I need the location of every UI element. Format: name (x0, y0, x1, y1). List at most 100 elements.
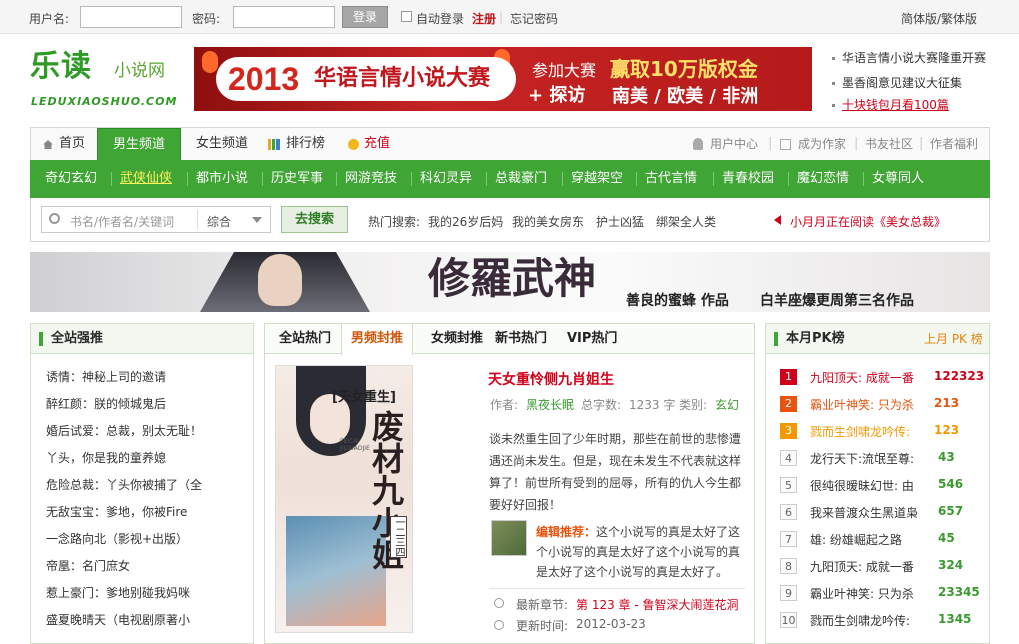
book-cover[interactable]: [天女重生] 废材九小姐 FEICAI JIUXIAOJIE 一二三四 (275, 365, 413, 633)
recommend-item[interactable]: 婚后试爱：总裁，别太无耻！ (46, 422, 202, 439)
rank-number: 5 (780, 477, 797, 493)
edit-icon (780, 139, 791, 150)
hot-search-item[interactable]: 绑架全人类 (656, 213, 716, 230)
nav-ranking[interactable]: 排行榜 (286, 128, 325, 160)
rank-title[interactable]: 戮而生剑啸龙吟传: (810, 423, 910, 440)
chevron-down-icon[interactable] (252, 217, 262, 223)
language-switch-link[interactable]: 简体版/繁体版 (901, 10, 977, 27)
rank-title[interactable]: 我来普渡众生黑道枭 (810, 504, 918, 521)
rank-title[interactable]: 龙行天下:流氓至尊: (810, 450, 914, 467)
password-input[interactable] (233, 6, 335, 28)
tab-site-hot[interactable]: 全站热门 (279, 324, 331, 354)
category-nav-item[interactable]: 科幻灵异 (420, 160, 472, 198)
ranking-row[interactable]: 7 雄: 纷雄崛起之路 45 (780, 529, 980, 549)
announcement-item[interactable]: 华语言情小说大赛隆重开赛 (832, 49, 986, 66)
hot-search-item[interactable]: 我的美女房东 (512, 213, 584, 230)
book-category[interactable]: 玄幻 (715, 396, 739, 413)
recommend-item[interactable]: 醉红颜：朕的倾城鬼后 (46, 395, 166, 412)
nav-author-welfare[interactable]: 作者福利 (930, 128, 978, 160)
banner-places: 南美 / 欧美 / 非洲 (612, 86, 759, 107)
ranking-row[interactable]: 5 很纯很暧昧幻世: 由 546 (780, 475, 980, 495)
logo-subtitle: 小说网 (114, 61, 165, 81)
auto-login-checkbox[interactable] (401, 11, 412, 22)
latest-chapter-link[interactable]: 第 123 章 - 鲁智深大闹莲花洞 (576, 596, 739, 613)
search-input[interactable]: 书名/作者名/关键词 (70, 213, 174, 230)
recommend-item[interactable]: 丫头，你是我的童养媳 (46, 449, 166, 466)
rank-title[interactable]: 霸业叶神笑: 只为杀 (810, 585, 914, 602)
category-nav-item[interactable]: 奇幻玄幻 (45, 160, 97, 198)
tab-male-featured[interactable]: 男频封推 (341, 324, 413, 355)
primary-nav: 首页 男生频道 女生频道 排行榜 充值 用户中心 | 成为作家 | 书友社区 |… (30, 127, 990, 160)
category-nav-item[interactable]: 都市小说 (196, 160, 248, 198)
now-reading-text[interactable]: 小月月正在阅读《美女总裁》 (790, 213, 946, 230)
rank-title[interactable]: 很纯很暧昧幻世: 由 (810, 477, 914, 494)
category-nav-item[interactable]: 魔幻恋情 (797, 160, 849, 198)
login-button[interactable]: 登录 (342, 6, 388, 28)
recommend-item[interactable]: 惹上豪门：爹地别碰我妈咪 (46, 584, 190, 601)
hot-search-item[interactable]: 我的26岁后妈 (428, 213, 503, 230)
category-nav-item[interactable]: 女尊同人 (872, 160, 924, 198)
ranking-row[interactable]: 2 霸业叶神笑: 只为杀 213 (780, 394, 980, 414)
rank-title[interactable]: 戮而生剑啸龙吟传: (810, 612, 910, 629)
editor-label: 编辑推荐： (536, 525, 597, 539)
nav-home[interactable]: 首页 (59, 128, 85, 160)
divider (713, 172, 714, 186)
ranking-row[interactable]: 8 九阳顶天: 成就一番 324 (780, 556, 980, 576)
book-title[interactable]: 天女重怜侧九肖姐生 (488, 369, 614, 389)
speaker-icon (774, 215, 781, 225)
ranking-row[interactable]: 4 龙行天下:流氓至尊: 43 (780, 448, 980, 468)
recommend-item[interactable]: 诱情：神秘上司的邀请 (46, 368, 166, 385)
contest-banner[interactable]: 2013 华语言情小说大赛 参加大赛 赢取10万版权金 + 探访 南美 / 欧美… (194, 47, 812, 111)
divider: | (919, 136, 924, 151)
nav-community[interactable]: 书友社区 (865, 128, 913, 160)
category-nav-item[interactable]: 青春校园 (722, 160, 774, 198)
username-input[interactable] (80, 6, 182, 28)
forgot-password-link[interactable]: 忘记密码 (510, 10, 558, 27)
recommend-item[interactable]: 一念路向北（影视+出版） (46, 530, 188, 547)
category-nav-item[interactable]: 网游竞技 (345, 160, 397, 198)
promo-banner[interactable]: 修羅武神 善良的蜜蜂 作品 白羊座爆更周第三名作品 (30, 252, 990, 312)
announcement-item[interactable]: 墨香阁意见建议大征集 (832, 74, 962, 91)
promo-title: 修羅武神 (428, 254, 597, 303)
announcement-item[interactable]: 十块钱包月看100篇 (832, 96, 949, 113)
auto-login-label: 自动登录 (416, 12, 465, 26)
recommend-item[interactable]: 盛夏晚晴天（电视剧原著小 (46, 611, 190, 628)
rank-title[interactable]: 九阳顶天: 成就一番 (810, 558, 914, 575)
category-nav-item[interactable]: 穿越架空 (571, 160, 623, 198)
ranking-row[interactable]: 1 九阳顶天: 成就一番 122323 (780, 367, 984, 387)
search-type-select[interactable]: 综合 (207, 213, 231, 230)
tab-new-hot[interactable]: 新书热门 (495, 324, 547, 354)
hot-search-item[interactable]: 护士凶猛 (596, 213, 644, 230)
nav-become-author[interactable]: 成为作家 (798, 128, 846, 160)
book-author[interactable]: 黑夜长眠 (526, 396, 574, 413)
rank-number: 10 (780, 612, 797, 628)
top-bar: 用户名: 密码: 登录 自动登录 注册 | 忘记密码 简体版/繁体版 (0, 0, 1019, 34)
last-month-pk-link[interactable]: 上月 PK 榜 (924, 324, 983, 354)
nav-male-channel[interactable]: 男生频道 (97, 128, 181, 160)
ranking-row[interactable]: 10 戮而生剑啸龙吟传: 1345 (780, 610, 980, 630)
ranking-row[interactable]: 6 我来普渡众生黑道枭 657 (780, 502, 980, 522)
rank-votes: 657 (938, 504, 964, 518)
nav-user-center[interactable]: 用户中心 (710, 128, 758, 160)
logo[interactable]: 乐读 (30, 50, 92, 84)
tab-female-featured[interactable]: 女频封推 (431, 324, 483, 354)
nav-female-channel[interactable]: 女生频道 (196, 128, 248, 160)
rank-title[interactable]: 霸业叶神笑: 只为杀 (810, 396, 914, 413)
category-nav-item[interactable]: 武侠仙侠 (120, 160, 172, 198)
nav-recharge[interactable]: 充值 (364, 128, 390, 160)
search-button[interactable]: 去搜索 (281, 206, 348, 233)
home-icon (43, 140, 53, 149)
category-nav-item[interactable]: 古代言情 (645, 160, 697, 198)
category-nav-item[interactable]: 总裁豪门 (495, 160, 547, 198)
tab-vip-hot[interactable]: VIP热门 (567, 324, 617, 354)
featured-panel: 全站热门 男频封推 女频封推 新书热门 VIP热门 [天女重生] 废材九小姐 F… (264, 323, 755, 644)
register-link[interactable]: 注册 (472, 10, 496, 27)
rank-title[interactable]: 雄: 纷雄崛起之路 (810, 531, 902, 548)
recommend-item[interactable]: 无敌宝宝：爹地，你被Fire (46, 503, 187, 520)
rank-title[interactable]: 九阳顶天: 成就一番 (810, 369, 914, 386)
ranking-row[interactable]: 9 霸业叶神笑: 只为杀 23345 (780, 583, 980, 603)
ranking-row[interactable]: 3 戮而生剑啸龙吟传: 123 (780, 421, 980, 441)
recommend-item[interactable]: 帝凰：名门庶女 (46, 557, 130, 574)
recommend-item[interactable]: 危险总裁：丫头你被捕了（全 (46, 476, 202, 493)
category-nav-item[interactable]: 历史军事 (271, 160, 323, 198)
